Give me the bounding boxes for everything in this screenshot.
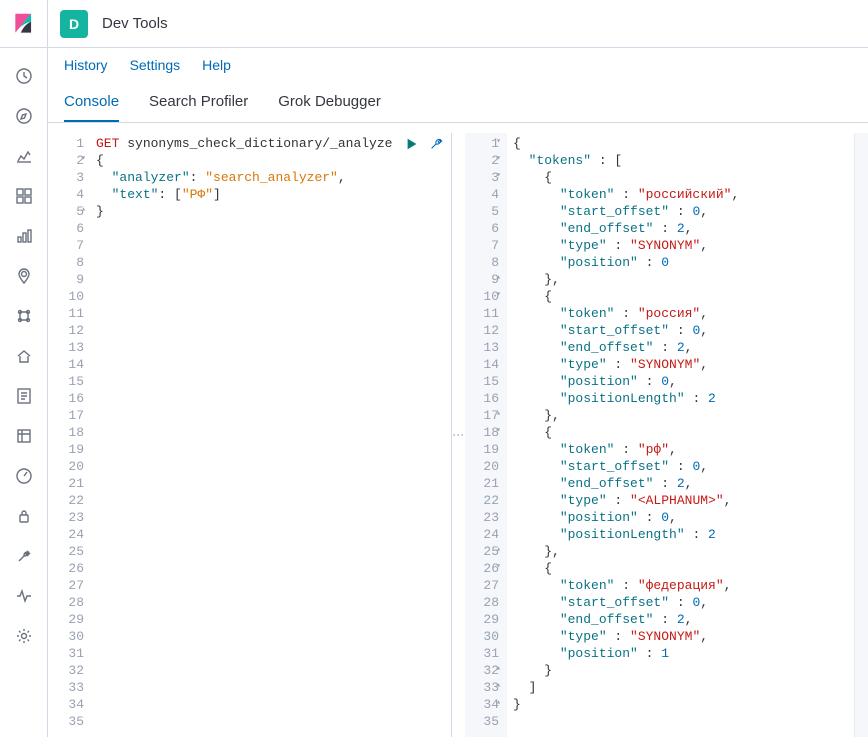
rail-security-icon[interactable] [0, 496, 48, 536]
tab-search-profiler[interactable]: Search Profiler [149, 85, 248, 122]
rail-recent-icon[interactable] [0, 56, 48, 96]
response-gutter: 1▾2▾3▾456789▴10▾11121314151617▴18▾192021… [465, 133, 507, 737]
nav-help[interactable]: Help [202, 57, 231, 73]
rail-devtools-icon[interactable] [0, 536, 48, 576]
top-nav: History Settings Help [48, 48, 868, 81]
tab-grok-debugger[interactable]: Grok Debugger [278, 85, 381, 122]
app-badge: D [60, 10, 88, 38]
rail-apm-icon[interactable] [0, 576, 48, 616]
request-pane[interactable]: 12▾345▴678910111213141516171819202122232… [48, 133, 451, 737]
wrench-icon[interactable] [427, 135, 445, 153]
play-icon[interactable] [403, 135, 421, 153]
nav-history[interactable]: History [64, 57, 108, 73]
request-gutter: 12▾345▴678910111213141516171819202122232… [48, 133, 92, 737]
response-viewer[interactable]: { "tokens" : [ { "token" : "российский",… [507, 133, 854, 730]
rail-visualize-icon[interactable] [0, 136, 48, 176]
rail-canvas-icon[interactable] [0, 296, 48, 336]
console: 12▾345▴678910111213141516171819202122232… [48, 123, 868, 737]
rail-graph-icon[interactable] [0, 216, 48, 256]
nav-settings[interactable]: Settings [130, 57, 181, 73]
rail-map-icon[interactable] [0, 256, 48, 296]
rail-monitoring-icon[interactable] [0, 456, 48, 496]
page-title: Dev Tools [102, 15, 168, 32]
rail-logs-icon[interactable] [0, 376, 48, 416]
sidebar-rail [0, 0, 48, 737]
scrollbar[interactable] [854, 133, 868, 737]
rail-compass-icon[interactable] [0, 96, 48, 136]
resize-handle[interactable]: ⋮ [451, 133, 465, 737]
rail-management-icon[interactable] [0, 616, 48, 656]
app-header: D Dev Tools [48, 0, 868, 48]
tabs: Console Search Profiler Grok Debugger [48, 81, 868, 123]
rail-dashboard-icon[interactable] [0, 176, 48, 216]
rail-timelion-icon[interactable] [0, 416, 48, 456]
rail-infra-icon[interactable] [0, 336, 48, 376]
request-editor[interactable]: GET synonyms_check_dictionary/_analyze{ … [92, 133, 451, 730]
tab-console[interactable]: Console [64, 85, 119, 122]
kibana-logo[interactable] [0, 0, 47, 48]
response-pane: 1▾2▾3▾456789▴10▾11121314151617▴18▾192021… [465, 133, 868, 737]
